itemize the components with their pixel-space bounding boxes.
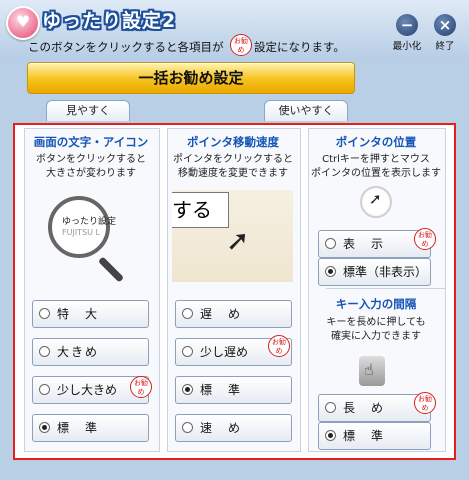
mouse-pointer-icon: ➚ — [369, 190, 382, 208]
radio-icon — [325, 402, 336, 413]
recommended-stamp-icon: お勧め — [414, 392, 436, 414]
text-icon-heading: 画面の文字・アイコン — [33, 135, 149, 149]
preview-text-2: FUJITSU L — [62, 228, 100, 237]
recommended-stamp-icon: お勧め — [268, 335, 290, 357]
pointer-speed-heading: ポインタ移動速度 — [187, 135, 279, 149]
text-size-option-large[interactable]: 大きめ — [32, 338, 149, 366]
pointer-position-heading: ポインタの位置 — [335, 135, 417, 149]
pointer-speed-desc-1: ポインタをクリックすると — [173, 154, 293, 165]
radio-selected-icon — [39, 422, 50, 433]
pointer-position-desc-2: ポインタの位置を表示します — [311, 168, 441, 179]
radio-icon — [325, 238, 336, 249]
recommended-stamp-icon: お勧め — [414, 228, 436, 250]
preview-text-1: ゆったり設定 — [62, 217, 117, 227]
pointer-speed-option-fast[interactable]: 速 め — [175, 414, 292, 442]
radio-selected-icon — [325, 430, 336, 441]
recommended-stamp-icon: お勧め — [230, 34, 252, 56]
subtitle-text-end: 設定になります。 — [254, 40, 345, 54]
text-icon-desc-1: ボタンをクリックすると — [36, 154, 146, 165]
finger-icon: ☝ — [364, 360, 374, 379]
radio-icon — [39, 384, 50, 395]
pointer-preview: する ➚ — [172, 190, 293, 282]
radio-icon — [182, 422, 193, 433]
key-interval-option-standard[interactable]: 標 準 — [318, 422, 431, 450]
subtitle-text: このボタンをクリックすると各項目が — [28, 40, 224, 54]
pointer-position-option-standard[interactable]: 標準（非表示） — [318, 258, 431, 286]
app-title: ゆったり設定2 — [42, 10, 177, 32]
radio-icon — [182, 308, 193, 319]
recommended-stamp-icon: お勧め — [130, 376, 152, 398]
minimize-icon[interactable]: − — [396, 14, 418, 36]
key-interval-desc-1: キーを長めに押しても — [326, 317, 426, 328]
preview-window: する — [172, 192, 229, 228]
bulk-recommended-button[interactable]: 一括お勧め設定 — [27, 62, 355, 94]
radio-icon — [182, 346, 193, 357]
close-icon[interactable]: × — [434, 14, 456, 36]
magnifier-icon — [48, 196, 110, 258]
radio-icon — [39, 346, 50, 357]
app-logo: ♥ — [6, 6, 40, 40]
section-divider — [326, 288, 446, 289]
tab-easy-to-use[interactable]: 使いやすく — [264, 100, 348, 121]
tab-easy-to-see[interactable]: 見やすく — [46, 100, 130, 121]
radio-selected-icon — [325, 266, 336, 277]
text-size-option-extra-large[interactable]: 特 大 — [32, 300, 149, 328]
pointer-speed-option-standard[interactable]: 標 準 — [175, 376, 292, 404]
key-interval-desc-2: 確実に入力できます — [331, 331, 421, 342]
minimize-label[interactable]: 最小化 — [386, 38, 428, 52]
heart-icon: ♥ — [15, 12, 31, 31]
mouse-pointer-icon: ➚ — [226, 224, 250, 257]
radio-selected-icon — [182, 384, 193, 395]
radio-icon — [39, 308, 50, 319]
close-label[interactable]: 終了 — [428, 38, 462, 52]
text-size-option-standard[interactable]: 標 準 — [32, 414, 149, 442]
pointer-speed-desc-2: 移動速度を変更できます — [178, 168, 288, 179]
pointer-position-desc-1: Ctrlキーを押すとマウス — [322, 154, 430, 165]
text-icon-desc-2: 大きさが変わります — [46, 168, 136, 179]
key-interval-heading: キー入力の間隔 — [335, 297, 417, 311]
pointer-speed-option-slow[interactable]: 遅 め — [175, 300, 292, 328]
